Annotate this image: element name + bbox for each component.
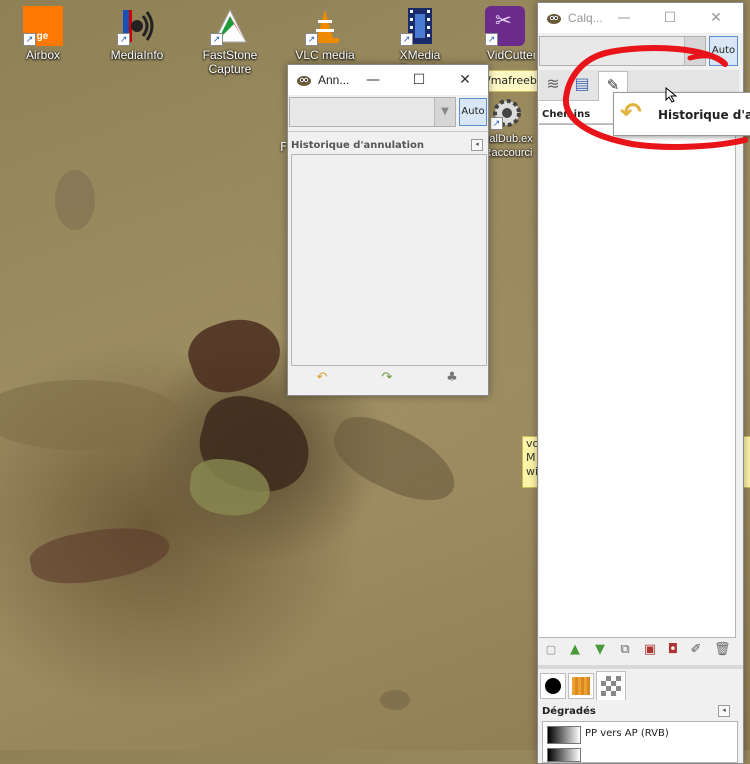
lower-path-icon[interactable]: ▼ — [593, 643, 607, 657]
close-button[interactable]: ✕ — [693, 3, 739, 33]
shortcut-arrow-icon: ↗ — [490, 117, 503, 130]
paths-list[interactable] — [539, 124, 736, 638]
gradient-item[interactable]: PP vers AP (RVB) — [545, 724, 735, 744]
gimp-logo-icon — [296, 73, 312, 87]
desktop-icon-label: Airbox — [25, 48, 60, 62]
desktop-icon-airbox[interactable]: ange ↗ Airbox — [3, 0, 83, 62]
submerged-rock — [380, 690, 410, 710]
submerged-leaf — [180, 306, 290, 404]
title-bar[interactable]: Calq... — ☐ ✕ — [538, 3, 743, 33]
divider — [288, 131, 488, 132]
gradient-swatch — [547, 748, 581, 762]
brush-tab[interactable] — [540, 673, 566, 699]
pattern-tab[interactable] — [568, 673, 594, 699]
desktop-icon-mediainfo[interactable]: ↗ MediaInfo — [97, 0, 177, 62]
title-bar[interactable]: Ann... — ☐ ✕ — [288, 65, 488, 95]
submerged-leaf — [323, 405, 467, 515]
desktop-icon-label: VLC media — [295, 48, 355, 62]
desktop-icon-vlc[interactable]: ↗ VLC media — [285, 0, 365, 62]
panel-title: Historique d'annulation — [291, 140, 424, 151]
minimize-button[interactable]: — — [601, 3, 647, 33]
desktop-icon-label: VidCutter — [487, 48, 535, 62]
window-title: Calq... — [568, 11, 603, 25]
vidcutter-icon: ✂ ↗ — [485, 6, 525, 46]
red-annotation-scribble — [562, 45, 748, 150]
mediainfo-icon: ↗ — [117, 6, 157, 46]
desktop-icon-label: MediaInfo — [110, 48, 164, 62]
close-button[interactable]: ✕ — [442, 65, 488, 95]
new-path-icon[interactable]: ▢ — [544, 643, 558, 657]
submerged-rock — [0, 380, 180, 450]
gradient-icon — [601, 676, 621, 696]
shortcut-arrow-icon: ↗ — [117, 33, 130, 46]
background-text-fragment: F — [280, 140, 287, 154]
stroke-path-icon[interactable]: ✐ — [689, 643, 703, 657]
undo-history-list[interactable] — [291, 154, 487, 366]
desktop-icon-vidcutter[interactable]: ✂ ↗ VidCutter — [475, 0, 535, 62]
duplicate-path-icon[interactable]: ⧉ — [618, 643, 632, 657]
panel-menu-icon[interactable]: ◂ — [718, 705, 730, 717]
auto-button[interactable]: Auto — [459, 98, 487, 126]
clear-history-icon[interactable]: ♣ — [445, 371, 459, 385]
shortcut-arrow-icon: ↗ — [305, 33, 318, 46]
shortcut-arrow-icon: ↗ — [400, 33, 413, 46]
window-title: Ann... — [318, 73, 350, 87]
desktop-icon-faststone[interactable]: ↗ FastStone Capture — [190, 0, 270, 76]
submerged-rock — [55, 170, 95, 230]
brush-icon — [545, 678, 561, 694]
maximize-button[interactable]: ☐ — [396, 65, 442, 95]
path-to-selection-icon[interactable]: ▣ — [643, 643, 657, 657]
orange-logo-icon: ange ↗ — [23, 6, 63, 46]
shortcut-arrow-icon: ↗ — [485, 33, 498, 46]
background-url-fragment: /mafreeb — [486, 70, 540, 92]
submerged-leaf — [26, 518, 174, 592]
shortcut-arrow-icon: ↗ — [210, 33, 223, 46]
divider — [538, 665, 743, 669]
raise-path-icon[interactable]: ▲ — [568, 643, 582, 657]
pattern-icon — [572, 677, 590, 695]
redo-icon[interactable]: ↷ — [380, 371, 394, 385]
shortcut-arrow-icon: ↗ — [23, 33, 36, 46]
gradient-item[interactable] — [545, 746, 735, 762]
desktop-icon-label: FastStone Capture — [202, 48, 258, 76]
delete-path-icon[interactable]: 🗑 — [714, 643, 731, 657]
gradients-list[interactable]: PP vers AP (RVB) — [542, 721, 738, 763]
film-strip-icon: ↗ — [400, 6, 440, 46]
selection-to-path-icon[interactable]: ◘ — [666, 643, 680, 657]
gradient-item-label: PP vers AP (RVB) — [585, 728, 669, 739]
undo-icon[interactable]: ↶ — [315, 371, 329, 385]
gradient-swatch — [547, 726, 581, 744]
panel-menu-icon[interactable]: ◂ — [471, 139, 483, 151]
gimp-logo-icon — [546, 11, 562, 25]
maximize-button[interactable]: ☐ — [647, 3, 693, 33]
undo-history-window[interactable]: Ann... — ☐ ✕ ▼ Auto Historique d'annulat… — [287, 64, 489, 396]
image-selector-combo[interactable]: ▼ — [289, 97, 456, 127]
panel-title: Dégradés — [542, 706, 596, 717]
chevron-down-icon[interactable]: ▼ — [434, 98, 455, 126]
gear-icon: ↗ — [490, 96, 524, 130]
vlc-cone-icon: ↗ — [305, 6, 345, 46]
faststone-icon: ↗ — [210, 6, 250, 46]
gradient-tab[interactable] — [596, 671, 626, 700]
minimize-button[interactable]: — — [350, 65, 396, 95]
